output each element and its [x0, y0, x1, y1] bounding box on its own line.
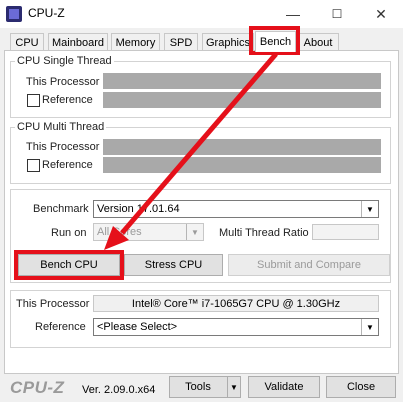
benchmark-select[interactable]: Version 17.01.64 ▼ [93, 200, 379, 218]
multi-reference-bar [103, 157, 381, 173]
run-on-select[interactable]: All Cores ▼ [93, 223, 204, 241]
multi-this-processor-label: This Processor [26, 141, 100, 153]
processor-this-value: Intel® Core™ i7-1065G7 CPU @ 1.30GHz [93, 295, 379, 312]
processor-reference-value: <Please Select> [97, 321, 178, 333]
tab-bench[interactable]: Bench [255, 31, 296, 52]
chevron-down-icon: ▼ [361, 201, 378, 217]
version-label: Ver. 2.09.0.x64 [82, 384, 156, 396]
processor-reference-label: Reference [35, 321, 86, 333]
minimize-button[interactable]: — [271, 0, 315, 28]
single-this-processor-label: This Processor [26, 76, 100, 88]
run-on-label: Run on [51, 227, 87, 239]
close-button[interactable]: Close [326, 376, 396, 398]
multi-reference-checkbox[interactable] [27, 159, 40, 172]
tab-about[interactable]: About [297, 33, 339, 51]
submit-and-compare-button[interactable]: Submit and Compare [228, 254, 390, 276]
processor-this-label: This Processor [16, 298, 90, 310]
single-thread-title: CPU Single Thread [15, 55, 114, 67]
stress-cpu-button[interactable]: Stress CPU [124, 254, 223, 276]
tab-mainboard[interactable]: Mainboard [48, 33, 108, 51]
tab-memory[interactable]: Memory [111, 33, 160, 51]
single-reference-label: Reference [42, 94, 93, 106]
single-reference-bar [103, 92, 381, 108]
tools-label: Tools [185, 381, 211, 393]
multi-thread-group [10, 127, 391, 184]
run-on-value: All Cores [97, 226, 142, 238]
window-title: CPU-Z [28, 6, 65, 20]
close-window-button[interactable]: ✕ [359, 0, 403, 28]
single-reference-checkbox[interactable] [27, 94, 40, 107]
bench-cpu-highlight [14, 250, 124, 280]
single-this-processor-bar [103, 73, 381, 89]
chevron-down-icon: ▼ [361, 319, 378, 335]
multi-thread-title: CPU Multi Thread [15, 121, 107, 133]
multi-thread-ratio-field [312, 224, 379, 240]
tab-graphics[interactable]: Graphics [202, 33, 254, 51]
multi-reference-label: Reference [42, 159, 93, 171]
benchmark-value: Version 17.01.64 [97, 203, 180, 215]
tools-dropdown-button[interactable]: ▼ [227, 376, 241, 398]
chevron-down-icon: ▼ [230, 382, 238, 392]
maximize-button[interactable]: ☐ [315, 0, 359, 28]
multi-this-processor-bar [103, 139, 381, 155]
chevron-down-icon: ▼ [186, 224, 203, 240]
single-thread-group [10, 61, 391, 118]
validate-button[interactable]: Validate [248, 376, 320, 398]
tab-cpu[interactable]: CPU [10, 33, 44, 51]
multi-thread-ratio-label: Multi Thread Ratio [219, 227, 309, 239]
cpu-z-logo: CPU-Z [10, 378, 65, 397]
benchmark-label: Benchmark [33, 203, 89, 215]
tab-spd[interactable]: SPD [164, 33, 198, 51]
processor-reference-select[interactable]: <Please Select> ▼ [93, 318, 379, 336]
cpu-z-app-icon [6, 6, 22, 22]
